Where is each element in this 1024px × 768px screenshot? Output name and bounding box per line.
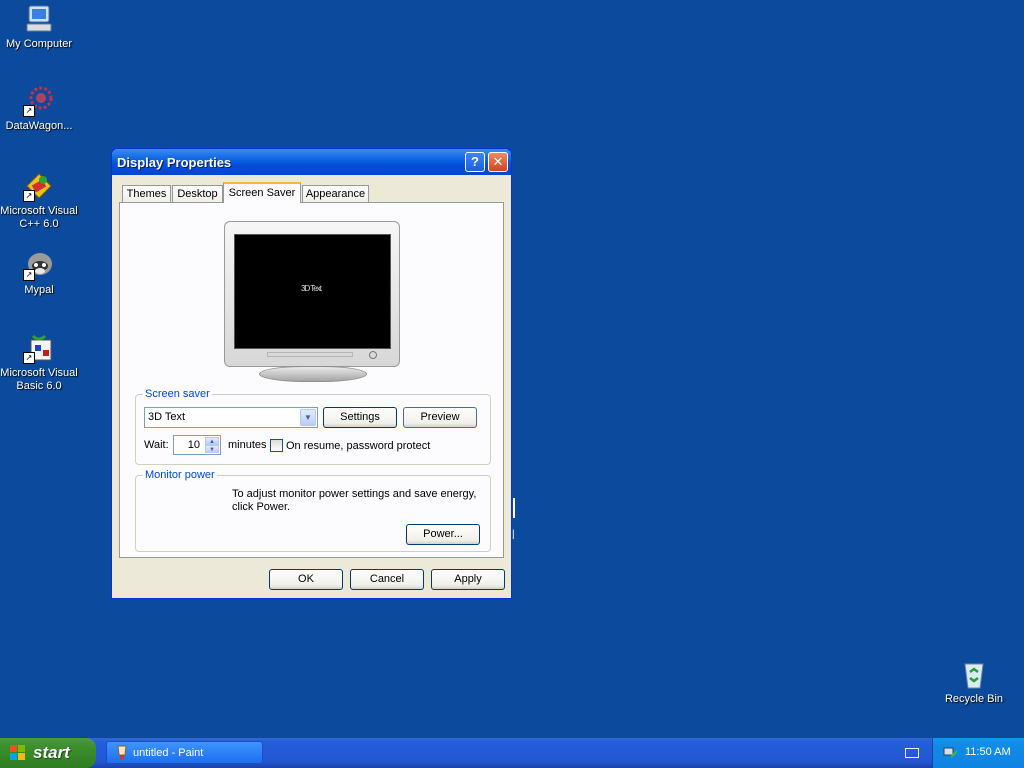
desktop-icon-mypal[interactable]: ↗ Mypal: [0, 249, 78, 297]
mypal-raccoon-icon: ↗: [23, 249, 55, 281]
keyboard-icon[interactable]: [905, 748, 919, 758]
display-properties-window: Display Properties ? ✕ Themes Desktop Sc…: [111, 148, 512, 599]
ok-button[interactable]: OK: [269, 569, 343, 590]
preview-3d-text: 3D Text: [301, 284, 322, 293]
shortcut-arrow-icon: ↗: [23, 269, 35, 281]
help-button[interactable]: ?: [465, 152, 485, 172]
desktop-icon-visual-basic[interactable]: ↗ Microsoft Visual Basic 6.0: [0, 332, 78, 393]
title-bar[interactable]: Display Properties ? ✕: [112, 149, 511, 175]
system-tray: 11:50 AM: [932, 738, 1024, 768]
shortcut-arrow-icon: ↗: [23, 352, 35, 364]
password-protect-label[interactable]: On resume, password protect: [286, 440, 430, 452]
cancel-button[interactable]: Cancel: [350, 569, 424, 590]
screen-saver-panel: 3D Text Screen saver 3D Text ▼ Settings …: [119, 202, 504, 558]
desktop-icon-datawagon[interactable]: ↗ DataWagon...: [0, 85, 78, 133]
network-icon[interactable]: [943, 745, 958, 760]
settings-button[interactable]: Settings: [323, 407, 397, 428]
desktop-icon-label: My Computer: [5, 38, 73, 50]
desktop-icon-label: Recycle Bin: [944, 693, 1004, 705]
monitor-power-led-icon: [369, 351, 377, 359]
datawagon-icon: ↗: [23, 85, 55, 117]
preview-button[interactable]: Preview: [403, 407, 477, 428]
monitor-stand: [259, 366, 367, 382]
wait-label: Wait:: [144, 439, 169, 451]
desktop-icon-label: Microsoft Visual Basic 6.0: [0, 367, 78, 392]
desktop-icon-label: Mypal: [24, 284, 54, 296]
preview-screen: 3D Text: [234, 234, 391, 349]
screen-saver-selected: 3D Text: [148, 411, 186, 423]
wait-minutes-spinner[interactable]: 10 ▲ ▼: [173, 435, 221, 455]
tab-appearance[interactable]: Appearance: [302, 185, 369, 202]
close-button[interactable]: ✕: [488, 152, 508, 172]
wait-minutes-value: 10: [187, 439, 200, 451]
taskbar-item-label: untitled - Paint: [133, 747, 204, 759]
windows-flag-icon: [10, 745, 27, 762]
stray-artifact-line: [513, 498, 515, 518]
minutes-label: minutes: [228, 439, 267, 451]
password-protect-checkbox[interactable]: [270, 439, 283, 452]
desktop-icon-label: DataWagon...: [5, 120, 73, 132]
tab-themes[interactable]: Themes: [122, 185, 171, 202]
start-button[interactable]: start: [0, 738, 96, 768]
tab-desktop[interactable]: Desktop: [172, 185, 223, 202]
desktop-icon-my-computer[interactable]: My Computer: [0, 3, 78, 51]
screen-saver-select[interactable]: 3D Text ▼: [144, 407, 318, 428]
monitor-power-group: Monitor power To adjust monitor power se…: [135, 469, 491, 552]
desktop-icon-recycle-bin[interactable]: Recycle Bin: [935, 658, 1013, 706]
monitor-power-description: To adjust monitor power settings and sav…: [232, 488, 477, 513]
monitor-power-group-label: Monitor power: [143, 469, 217, 481]
desktop-icon-label: Microsoft Visual C++ 6.0: [0, 205, 78, 230]
apply-button[interactable]: Apply: [431, 569, 505, 590]
power-button[interactable]: Power...: [406, 524, 480, 545]
spin-up-icon[interactable]: ▲: [205, 437, 219, 445]
tab-screen-saver[interactable]: Screen Saver: [223, 182, 301, 203]
screen-saver-group: Screen saver 3D Text ▼ Settings Preview …: [135, 388, 491, 465]
stray-artifact-text: |: [512, 529, 515, 540]
monitor-preview: 3D Text: [224, 221, 400, 367]
screen-saver-group-label: Screen saver: [143, 388, 212, 400]
my-computer-icon: [23, 3, 55, 35]
visual-cpp-icon: ↗: [23, 170, 55, 202]
chevron-down-icon[interactable]: ▼: [300, 409, 316, 426]
clock: 11:50 AM: [965, 746, 1011, 758]
window-title: Display Properties: [117, 155, 232, 170]
start-label: start: [33, 743, 70, 762]
shortcut-arrow-icon: ↗: [23, 105, 35, 117]
shortcut-arrow-icon: ↗: [23, 190, 35, 202]
visual-basic-icon: ↗: [23, 332, 55, 364]
paint-icon: [115, 745, 129, 760]
taskbar-item-paint[interactable]: untitled - Paint: [106, 741, 263, 764]
taskbar: start untitled - Paint 11:50 AM: [0, 738, 1024, 768]
recycle-bin-icon: [958, 658, 990, 690]
monitor-slot: [267, 352, 353, 357]
desktop-icon-visual-cpp[interactable]: ↗ Microsoft Visual C++ 6.0: [0, 170, 78, 231]
spin-down-icon[interactable]: ▼: [205, 445, 219, 453]
